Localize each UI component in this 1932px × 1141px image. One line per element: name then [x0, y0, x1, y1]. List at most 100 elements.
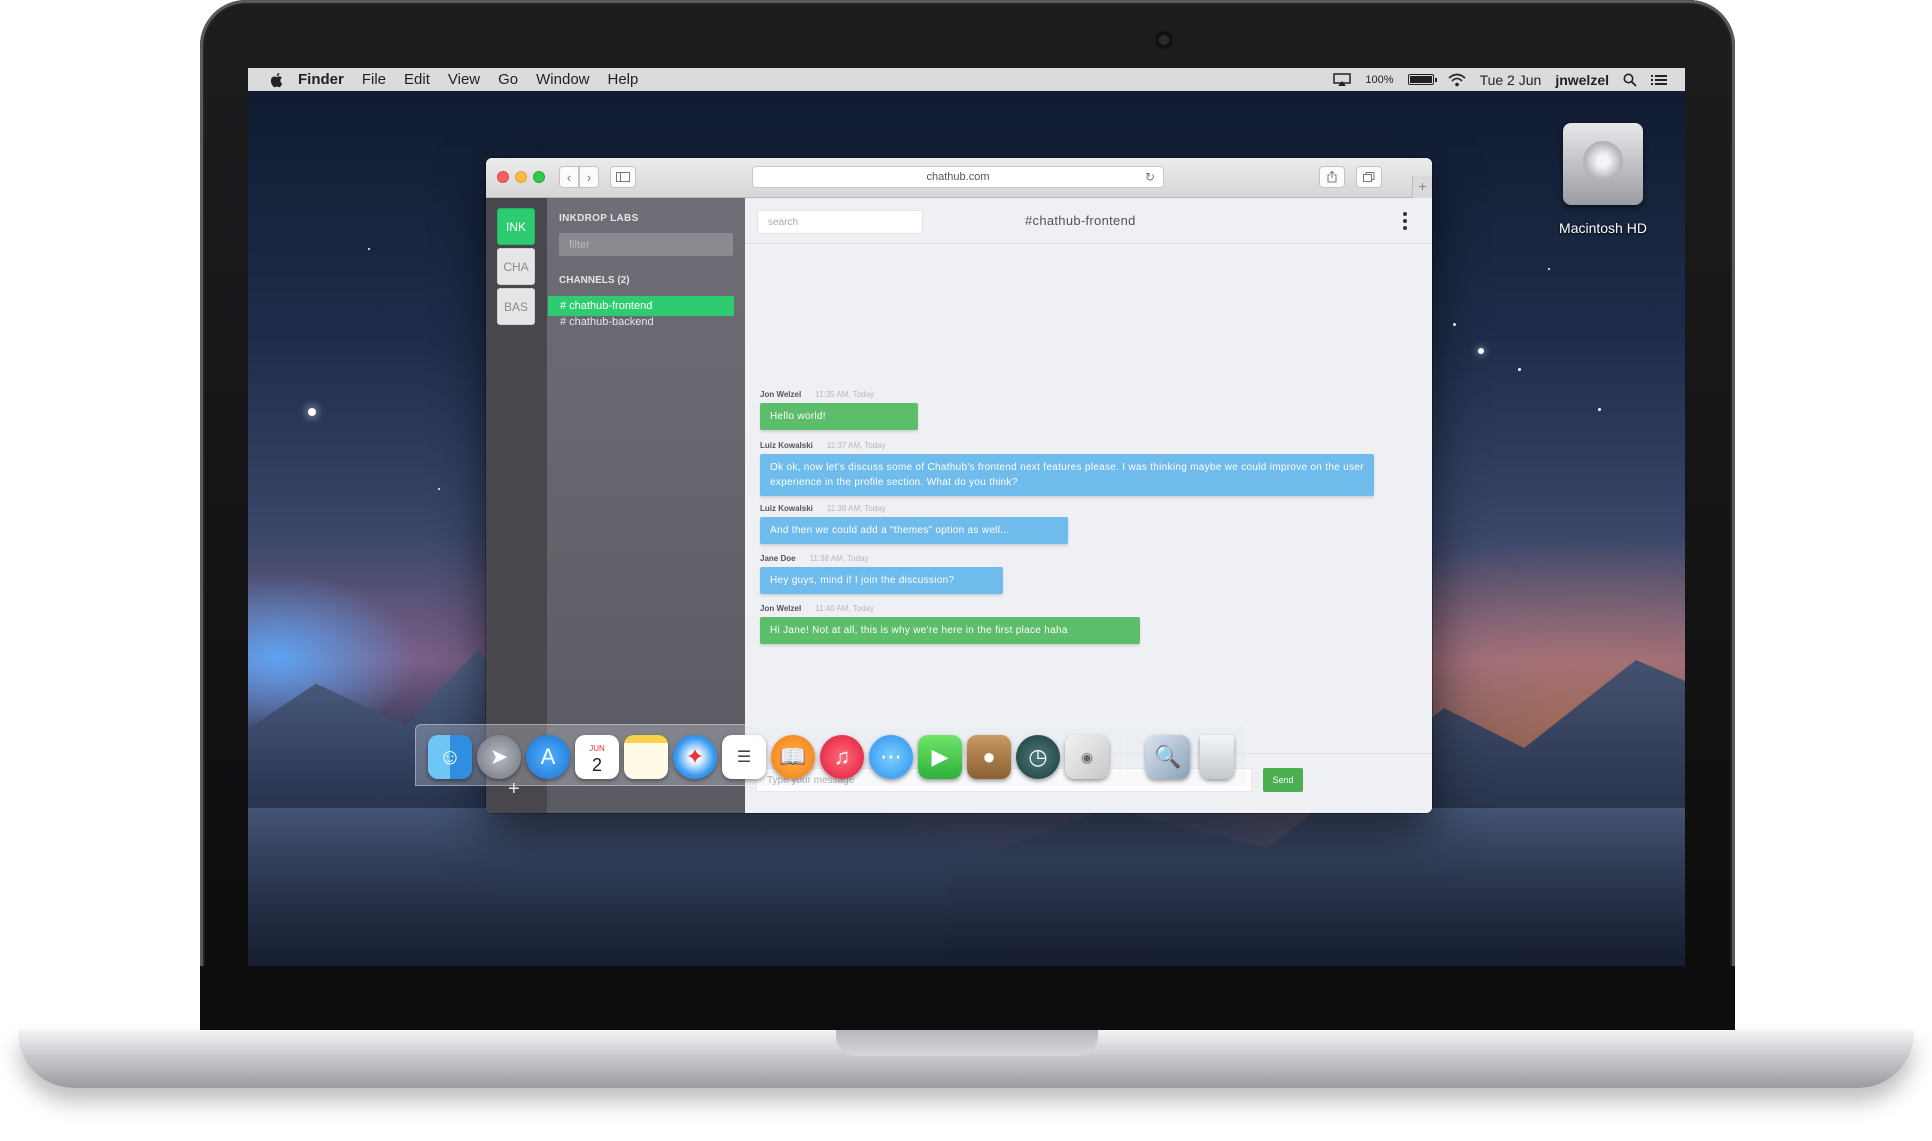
message-bubble: Hey guys, mind if I join the discussion? [760, 567, 1003, 594]
message-bubble: Hello world! [760, 403, 918, 430]
star [308, 408, 316, 416]
laptop-notch [836, 1030, 1098, 1056]
desktop-screen: Finder File Edit View Go Window Help 100… [248, 68, 1685, 966]
menu-clock[interactable]: Tue 2 Jun [1480, 72, 1542, 88]
address-bar[interactable]: chathub.com ↻ [752, 166, 1164, 188]
minimize-window-button[interactable] [515, 171, 527, 183]
menu-view[interactable]: View [448, 71, 480, 88]
back-button[interactable]: ‹ [559, 166, 579, 188]
menu-edit[interactable]: Edit [404, 71, 430, 88]
channel-sidebar: INKDROP LABS CHANNELS (2) # chathub-fron… [547, 198, 745, 813]
launchpad-icon[interactable]: ➤ [477, 735, 521, 779]
hard-drive-icon[interactable] [1563, 123, 1643, 205]
calendar-day: 2 [591, 755, 602, 775]
ibooks-icon[interactable]: 📖 [771, 735, 815, 779]
zoom-window-button[interactable] [533, 171, 545, 183]
message-time: 11:40 AM, Today [815, 604, 875, 613]
menu-extras: 100% Tue 2 Jun jnwelzel [1333, 68, 1667, 91]
message-bubble: And then we could add a "themes" option … [760, 517, 1068, 544]
battery-percent: 100% [1365, 73, 1394, 86]
message-author: Jane Doe [760, 554, 796, 563]
menu-bar: Finder File Edit View Go Window Help 100… [248, 68, 1685, 91]
preview-icon[interactable]: 🔍 [1146, 735, 1190, 779]
menu-app-name[interactable]: Finder [298, 71, 344, 88]
message-author: Jon Welzel [760, 390, 802, 399]
star [1478, 348, 1484, 354]
address-text: chathub.com [926, 171, 990, 183]
tabs-icon [1363, 172, 1375, 182]
apple-menu-icon[interactable] [268, 71, 286, 89]
calendar-icon[interactable]: JUN 2 [575, 735, 619, 779]
close-window-button[interactable] [497, 171, 509, 183]
star [1598, 408, 1601, 411]
sidebar-toggle-button[interactable] [610, 166, 636, 188]
sidebar-icon [616, 172, 630, 182]
battery-icon[interactable] [1407, 74, 1437, 85]
message-meta: Jon Welzel 11:35 AM, Today [760, 390, 874, 399]
airplay-icon[interactable] [1333, 72, 1352, 87]
spotlight-search-icon[interactable] [1623, 73, 1637, 87]
message-time: 11:38 AM, Today [826, 504, 886, 513]
messages-icon[interactable]: ⋯ [869, 735, 913, 779]
photo-booth-icon[interactable]: ◉ [1065, 735, 1109, 779]
message-meta: Luiz Kowalski 11:38 AM, Today [760, 504, 886, 513]
dock: ☺ ➤ A JUN 2 ✦ ☰ 📖 ♫ ⋯ ▶ ● ◷ ◉ 🔍 [415, 724, 1247, 786]
star [438, 488, 440, 490]
contacts-icon[interactable]: ● [967, 735, 1011, 779]
facetime-icon[interactable]: ▶ [918, 735, 962, 779]
hard-drive-label[interactable]: Macintosh HD [1538, 220, 1668, 236]
wifi-icon[interactable] [1448, 73, 1466, 87]
team-bas[interactable]: BAS [497, 288, 535, 325]
chat-pane: #chathub-frontend Jon Welzel 11:35 AM, To… [745, 198, 1432, 813]
chat-header: #chathub-frontend [745, 198, 1432, 244]
app-store-icon[interactable]: A [526, 735, 570, 779]
message-bubble: Ok ok, now let's discuss some of Chathub… [760, 454, 1374, 496]
channel-item-backend[interactable]: # chathub-backend [548, 312, 734, 332]
star [1453, 323, 1456, 326]
message-time: 11:37 AM, Today [826, 441, 886, 450]
show-tabs-button[interactable] [1356, 166, 1382, 188]
menu-help[interactable]: Help [608, 71, 639, 88]
message-meta: Luiz Kowalski 11:37 AM, Today [760, 441, 886, 450]
message-author: Luiz Kowalski [760, 441, 813, 450]
reminders-icon[interactable]: ☰ [722, 735, 766, 779]
browser-toolbar: ‹ › chathub.com ↻ + [486, 158, 1432, 198]
message-time: 11:35 AM, Today [815, 390, 875, 399]
notes-icon[interactable] [624, 735, 668, 779]
channels-heading: CHANNELS (2) [559, 275, 630, 286]
star [368, 248, 370, 250]
chevron-right-icon: › [586, 169, 592, 185]
message-author: Luiz Kowalski [760, 504, 813, 513]
dock-separator [1123, 733, 1124, 781]
menu-window[interactable]: Window [536, 71, 589, 88]
finder-icon[interactable]: ☺ [428, 735, 472, 779]
message-author: Jon Welzel [760, 604, 802, 613]
search-input[interactable] [757, 210, 923, 234]
more-options-icon[interactable] [1403, 212, 1407, 230]
reload-icon[interactable]: ↻ [1145, 170, 1155, 184]
browser-window: ‹ › chathub.com ↻ + INK CHA BAS + INKDRO… [486, 158, 1432, 813]
message-bubble: Hi Jane! Not at all, this is why we're h… [760, 617, 1140, 644]
notification-center-icon[interactable] [1651, 74, 1667, 86]
star [1548, 268, 1550, 270]
snow-foreground [248, 808, 1685, 966]
share-button[interactable] [1319, 166, 1345, 188]
trash-icon[interactable] [1200, 735, 1234, 779]
team-name: INKDROP LABS [559, 213, 639, 224]
safari-icon[interactable]: ✦ [673, 735, 717, 779]
itunes-icon[interactable]: ♫ [820, 735, 864, 779]
team-cha[interactable]: CHA [497, 248, 535, 285]
filter-input[interactable] [559, 233, 733, 256]
channel-title: #chathub-frontend [1025, 213, 1136, 228]
bezel-bottom [200, 966, 1735, 1040]
send-button[interactable]: Send [1263, 768, 1303, 792]
camera [1155, 31, 1173, 49]
menu-file[interactable]: File [362, 71, 386, 88]
time-machine-icon[interactable]: ◷ [1016, 735, 1060, 779]
menu-go[interactable]: Go [498, 71, 518, 88]
new-tab-button[interactable]: + [1412, 176, 1432, 198]
message-meta: Jane Doe 11:38 AM, Today [760, 554, 868, 563]
forward-button[interactable]: › [579, 166, 599, 188]
team-ink[interactable]: INK [497, 208, 535, 245]
menu-user[interactable]: jnwelzel [1555, 72, 1609, 88]
